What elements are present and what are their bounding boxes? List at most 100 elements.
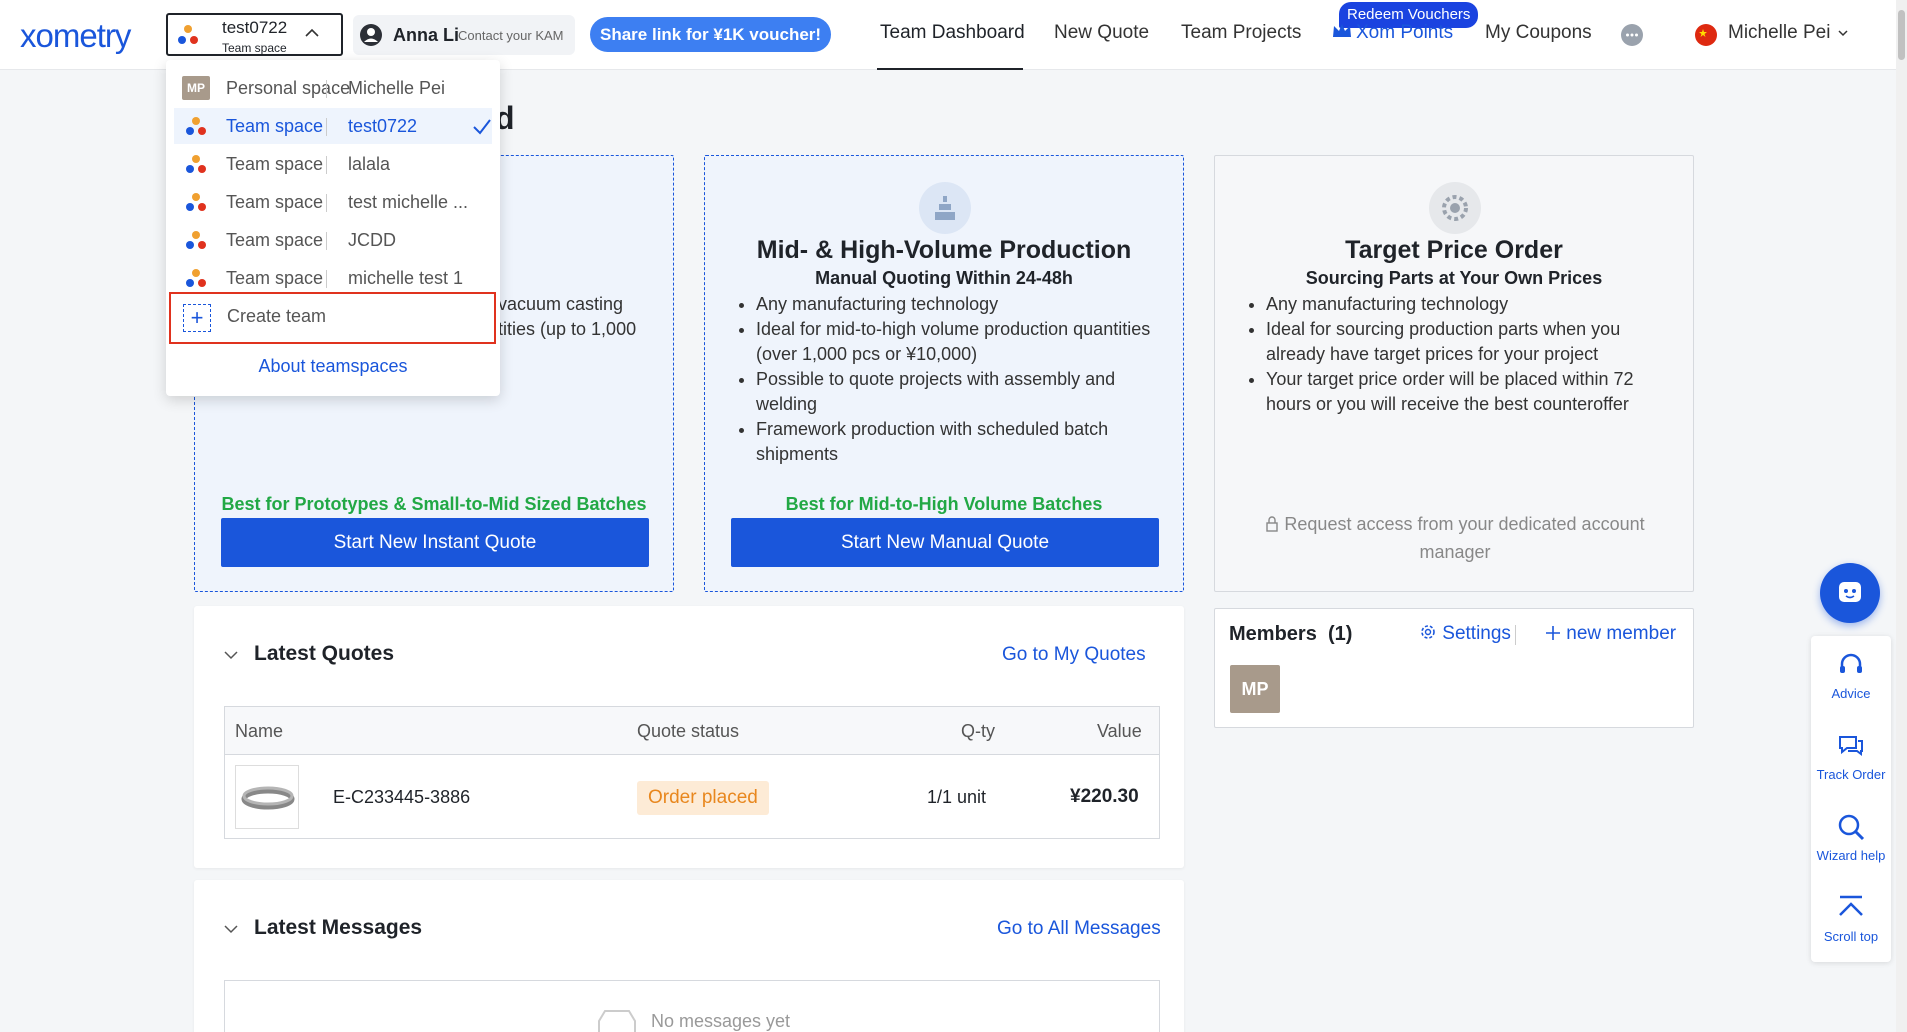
target-price-card: Target Price Order Sourcing Parts at You… bbox=[1214, 155, 1694, 592]
search-icon bbox=[1838, 814, 1865, 841]
item-kind: Team space bbox=[226, 268, 324, 288]
gear-icon bbox=[1421, 625, 1435, 639]
scrollbar-thumb[interactable] bbox=[1898, 10, 1905, 60]
kam-contact[interactable]: Anna Li Contact your KAM bbox=[353, 15, 575, 55]
production-icon bbox=[919, 182, 971, 234]
team-avatar-icon bbox=[186, 117, 206, 135]
space-switcher[interactable]: test0722 Team space bbox=[166, 13, 343, 56]
request-access-text[interactable]: Request access from your dedicated accou… bbox=[1255, 510, 1655, 566]
scrollbar[interactable] bbox=[1896, 0, 1907, 1032]
chat-bubbles-icon bbox=[1839, 736, 1863, 756]
space-dropdown: MP Personal space Michelle Pei Team spac… bbox=[166, 60, 500, 396]
card2-bullet: Any manufacturing technology bbox=[756, 292, 1154, 317]
person-icon bbox=[360, 24, 382, 46]
item-value: Michelle Pei bbox=[348, 78, 446, 98]
share-voucher-button[interactable]: Share link for ¥1K voucher! bbox=[590, 17, 832, 52]
quote-name[interactable]: E-C233445-3886 bbox=[333, 787, 470, 808]
col-qty: Q-ty bbox=[961, 721, 995, 741]
latest-quotes-panel: Latest Quotes Go to My Quotes Name Quote… bbox=[194, 606, 1184, 868]
nav-my-coupons[interactable]: My Coupons bbox=[1485, 22, 1592, 44]
table-row[interactable]: E-C233445-3886 Order placed 1/1 unit ¥22… bbox=[225, 755, 1159, 839]
kam-name: Anna Li bbox=[393, 25, 459, 45]
china-flag-icon[interactable] bbox=[1695, 24, 1717, 46]
card3-bullet: Your target price order will be placed w… bbox=[1266, 367, 1664, 417]
chat-bubble-icon[interactable] bbox=[1621, 24, 1643, 46]
space-type: Team space bbox=[222, 41, 287, 55]
item-value: JCDD bbox=[348, 230, 396, 250]
chevron-down-icon[interactable] bbox=[224, 648, 238, 662]
dropdown-item-test0722[interactable]: Team space test0722 bbox=[174, 108, 492, 144]
dropdown-item-michelle-test-1[interactable]: Team space michelle test 1 bbox=[174, 260, 492, 296]
advice-button[interactable]: Advice bbox=[1811, 636, 1891, 716]
latest-messages-panel: Latest Messages Go to All Messages No me… bbox=[194, 880, 1184, 1032]
chevron-down-icon bbox=[1838, 30, 1848, 37]
team-avatar-icon bbox=[186, 231, 206, 249]
nav-team-dashboard[interactable]: Team Dashboard bbox=[880, 22, 1025, 44]
start-manual-quote-button[interactable]: Start New Manual Quote bbox=[731, 518, 1159, 567]
members-label: Members bbox=[1229, 623, 1317, 645]
item-value: lalala bbox=[348, 154, 391, 174]
svg-text:xometry: xometry bbox=[20, 17, 132, 54]
arrow-up-icon bbox=[1839, 895, 1863, 916]
help-sidebar: Advice Track Order Wizard help Scroll to… bbox=[1811, 636, 1891, 962]
team-avatar-icon bbox=[186, 155, 206, 173]
lock-icon bbox=[1266, 516, 1279, 532]
xometry-logo[interactable]: xometry bbox=[20, 15, 170, 64]
create-team-button[interactable]: + Create team bbox=[169, 292, 496, 344]
dropdown-item-personal[interactable]: MP Personal space Michelle Pei bbox=[174, 70, 492, 106]
item-kind: Team space bbox=[226, 154, 324, 174]
divider bbox=[326, 118, 327, 136]
logo-icon: xometry bbox=[20, 17, 133, 54]
manual-quote-card: Mid- & High-Volume Production Manual Quo… bbox=[704, 155, 1184, 592]
members-settings-button[interactable]: Settings bbox=[1419, 623, 1511, 645]
col-status: Quote status bbox=[637, 721, 740, 741]
dropdown-item-lalala[interactable]: Team space lalala bbox=[174, 146, 492, 182]
about-teamspaces-link[interactable]: About teamspaces bbox=[166, 356, 500, 377]
card2-bullets: Any manufacturing technology Ideal for m… bbox=[734, 292, 1154, 467]
card3-bullet: Ideal for sourcing production parts when… bbox=[1266, 317, 1664, 367]
item-kind: Team space bbox=[226, 230, 324, 250]
scroll-top-button[interactable]: Scroll top bbox=[1811, 879, 1891, 959]
support-chat-button[interactable] bbox=[1820, 563, 1880, 623]
divider bbox=[326, 270, 327, 288]
card3-bullet: Any manufacturing technology bbox=[1266, 292, 1664, 317]
start-instant-quote-button[interactable]: Start New Instant Quote bbox=[221, 518, 649, 567]
nav-new-quote[interactable]: New Quote bbox=[1054, 22, 1149, 44]
col-name: Name bbox=[235, 721, 284, 741]
crown-icon bbox=[1333, 24, 1351, 37]
go-to-all-messages-link[interactable]: Go to All Messages bbox=[997, 918, 1161, 940]
create-team-label: Create team bbox=[227, 306, 327, 326]
messages-empty-box: No messages yet bbox=[224, 980, 1160, 1032]
user-menu[interactable]: Michelle Pei bbox=[1728, 22, 1848, 44]
kam-contact-label: Contact your KAM bbox=[458, 28, 564, 43]
dropdown-item-jcdd[interactable]: Team space JCDD bbox=[174, 222, 492, 258]
no-messages-text: No messages yet bbox=[651, 1011, 791, 1031]
part-thumbnail[interactable] bbox=[235, 765, 299, 829]
advice-label: Advice bbox=[1831, 686, 1871, 701]
chevron-down-icon[interactable] bbox=[224, 922, 238, 936]
wizard-help-label: Wizard help bbox=[1816, 848, 1886, 863]
col-value: Value bbox=[1097, 721, 1142, 741]
team-avatar-icon bbox=[186, 193, 206, 211]
card2-bullet: Framework production with scheduled batc… bbox=[756, 417, 1154, 467]
add-member-button[interactable]: new member bbox=[1545, 623, 1676, 645]
chat-bot-icon bbox=[1839, 582, 1861, 602]
track-order-button[interactable]: Track Order bbox=[1811, 717, 1891, 797]
nav-active-underline bbox=[877, 68, 1023, 70]
nav-xom-points[interactable]: Xom Points bbox=[1332, 22, 1453, 44]
divider bbox=[326, 80, 327, 98]
item-value: test0722 bbox=[348, 116, 418, 136]
wizard-help-button[interactable]: Wizard help bbox=[1811, 798, 1891, 878]
go-to-my-quotes-link[interactable]: Go to My Quotes bbox=[1002, 644, 1146, 666]
card2-title: Mid- & High-Volume Production bbox=[756, 236, 1132, 264]
mp-avatar: MP bbox=[182, 76, 210, 100]
nav-team-projects[interactable]: Team Projects bbox=[1181, 22, 1301, 44]
latest-messages-title: Latest Messages bbox=[254, 916, 423, 939]
user-name: Michelle Pei bbox=[1728, 22, 1831, 43]
card1-best-for: Best for Prototypes & Small-to-Mid Sized… bbox=[221, 494, 647, 514]
target-gear-icon bbox=[1429, 182, 1481, 234]
card3-bullets: Any manufacturing technology Ideal for s… bbox=[1244, 292, 1664, 417]
dropdown-item-test-michelle[interactable]: Team space test michelle ... bbox=[174, 184, 492, 220]
settings-label: Settings bbox=[1442, 623, 1511, 644]
member-avatar[interactable]: MP bbox=[1230, 665, 1280, 713]
